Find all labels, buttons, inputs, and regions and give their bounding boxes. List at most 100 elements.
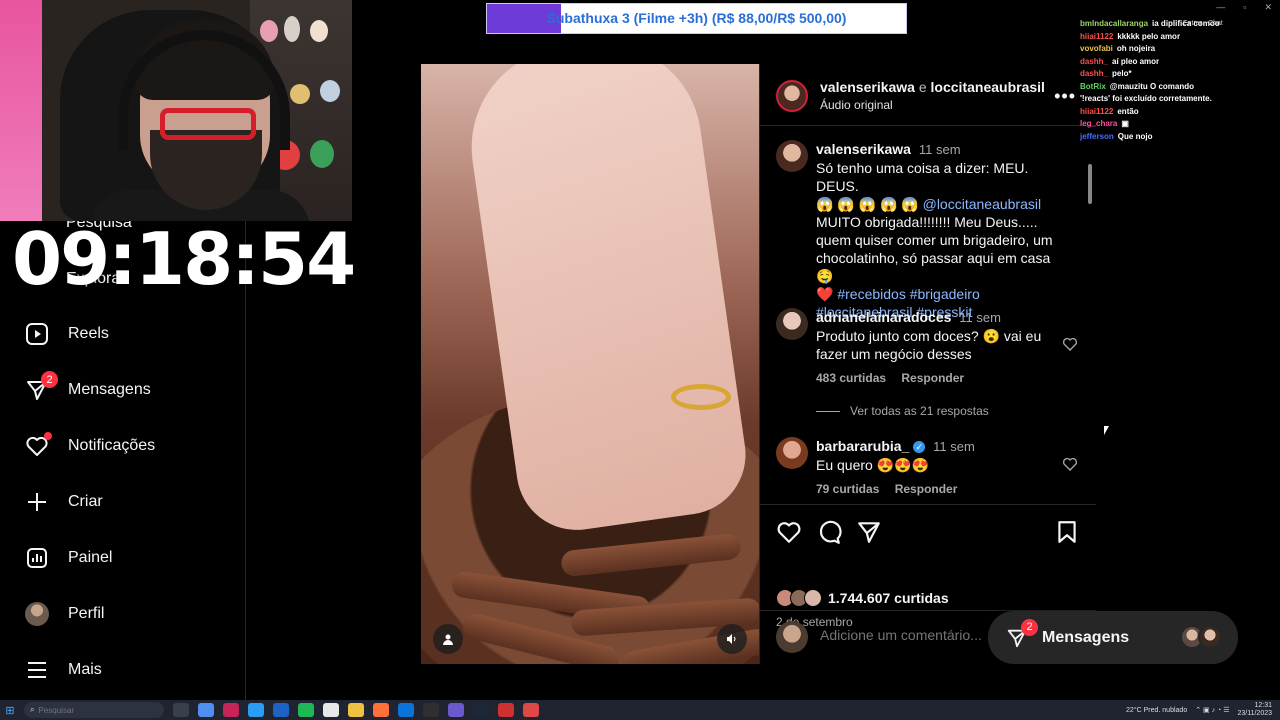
comment-time: 11 sem [933,439,975,454]
nav-messages[interactable]: 2 Mensagens [24,370,151,410]
nav-profile[interactable]: Perfil [24,594,104,634]
comment-icon[interactable] [816,519,842,545]
app-icon[interactable] [423,703,439,717]
stream-clock: 09:18:54 [12,217,356,301]
chat-text: oh nojeira [1116,44,1156,53]
windows-start-icon[interactable]: ⊞ [0,700,20,720]
messages-badge: 2 [41,371,58,388]
taskbar-search[interactable]: ⌕ [24,702,164,718]
app-icon[interactable] [198,703,214,717]
author-link[interactable]: valenserikawa [820,79,915,95]
minimize-icon[interactable]: — [1216,2,1225,13]
system-tray: 22°C Pred. nublado ⌃ ▣ ♪ ◔ ☰ 12:31 23/11… [1126,702,1272,718]
mouse-cursor [1104,426,1112,435]
comment-input[interactable] [820,627,1000,643]
nav-dashboard[interactable]: Painel [24,538,112,578]
tray-icons[interactable]: ⌃ ▣ ♪ ◔ ☰ [1195,706,1229,714]
comment-item: adrianelainaradoces 11 sem Produto junto… [776,308,1086,388]
app-icon[interactable] [523,703,539,717]
chat-username[interactable]: bmlndacallaranga [1080,19,1148,28]
gold-ring [671,384,731,410]
like-icon[interactable] [776,519,802,545]
app-icon[interactable] [273,703,289,717]
caption-avatar[interactable] [776,140,808,172]
audio-link[interactable]: Áudio original [820,98,893,112]
comment-likes[interactable]: 79 curtidas [816,482,879,496]
comment-time: 11 sem [959,310,1001,325]
chat-username[interactable]: BotRix [1080,82,1106,91]
messages-bubble[interactable]: 2 Mensagens [988,611,1238,664]
nav-label: Mensagens [68,381,151,398]
share-icon[interactable] [856,519,882,545]
chat-username[interactable]: jefferson [1080,132,1114,141]
comment-username[interactable]: barbararubia_ [816,438,909,454]
chat-message: hiiai1122 então [1040,106,1280,119]
close-icon[interactable]: ✕ [1264,2,1272,13]
task-view-icon[interactable] [173,703,189,717]
reply-button[interactable]: Responder [895,482,958,496]
app-icon[interactable] [498,703,514,717]
app-icon[interactable] [323,703,339,717]
nav-label: Mais [68,661,102,678]
recent-contacts [1180,625,1222,649]
commenter-avatar[interactable] [776,437,808,469]
nav-more[interactable]: Mais [24,650,102,690]
steam-icon[interactable] [473,703,489,717]
stream-chat: bmlndacallaranga ia diplifica comoo hiiai1… [1040,18,1280,143]
file-explorer-icon[interactable] [348,703,364,717]
chat-username[interactable]: vovofabi [1080,44,1113,53]
chat-username[interactable]: dashh_ [1080,57,1108,66]
nav-notifications[interactable]: Notificações [24,426,155,466]
caption-emojis: 😱 😱 😱 😱 😱 [816,196,919,212]
chat-message: jefferson Que nojo [1040,131,1280,144]
firefox-icon[interactable] [373,703,389,717]
reel-video[interactable] [421,64,759,664]
app-icon[interactable] [398,703,414,717]
comment-likes[interactable]: 483 curtidas [816,371,886,385]
comment-username[interactable]: adrianelainaradoces [816,309,951,325]
tagged-users-icon[interactable] [433,624,463,654]
chrome-icon[interactable] [248,703,264,717]
window-controls[interactable]: — ▫ ✕ [1216,2,1272,13]
chat-message: dashh_ pelo* [1040,68,1280,81]
chat-message: dashh_ aí pleo amor [1040,56,1280,69]
reply-button[interactable]: Responder [901,371,964,385]
chat-username[interactable]: hiiai1122 [1080,32,1113,41]
app-icon[interactable] [223,703,239,717]
post-authors: valenserikawa e loccitaneaubrasil [820,79,1045,95]
chat-username[interactable]: hiiai1122 [1080,107,1113,116]
save-icon[interactable] [1054,519,1080,545]
view-replies-button[interactable]: Ver todas as 21 respostas [816,404,989,418]
coauthor-link[interactable]: loccitaneaubrasil [931,79,1045,95]
caption-heart: ❤️ [816,286,834,302]
chat-text: Que nojo [1117,131,1153,141]
caption-time: 11 sem [918,142,961,157]
windows-taskbar: ⊞ ⌕ 22°C Pred. nublado ⌃ ▣ ♪ ◔ ☰ 12:31 2… [0,700,1280,720]
chat-message: BotRix @mauzitu O comando '!reacts' foi e… [1040,81,1220,106]
maximize-icon[interactable]: ▫ [1243,2,1246,13]
commenter-avatar[interactable] [776,308,808,340]
system-clock[interactable]: 12:31 23/11/2023 [1237,702,1272,718]
chat-username[interactable]: dashh_ [1080,69,1108,78]
caption-text-2: MUITO obrigada!!!!!!!! Meu Deus..... que… [816,214,1053,284]
chat-username[interactable]: leg_chara [1080,119,1117,128]
like-comment-icon[interactable] [1062,456,1078,472]
likes-count[interactable]: 1.744.607 curtidas [776,589,949,607]
chat-text: kkkkk pelo amor [1117,31,1181,41]
nav-reels[interactable]: Reels [24,314,109,354]
author-avatar[interactable] [776,80,808,112]
comments-scrollbar[interactable] [1087,154,1093,504]
spotify-icon[interactable] [298,703,314,717]
caption-hashtags-1[interactable]: #recebidos #brigadeiro [837,286,979,302]
weather-widget[interactable]: 22°C Pred. nublado [1126,707,1187,714]
caption-username[interactable]: valenserikawa [816,141,911,157]
comment-item: barbararubia_ ✓ 11 sem Eu quero 😍😍😍 79 c… [776,437,1086,497]
menu-icon [24,657,50,683]
taskbar-search-input[interactable] [38,705,139,715]
like-comment-icon[interactable] [1062,336,1078,352]
nav-create[interactable]: Criar [24,482,103,522]
caption-mention[interactable]: @loccitaneaubrasil [923,196,1042,212]
volume-icon[interactable] [717,624,747,654]
obs-icon[interactable] [448,703,464,717]
search-icon: ⌕ [30,705,35,714]
